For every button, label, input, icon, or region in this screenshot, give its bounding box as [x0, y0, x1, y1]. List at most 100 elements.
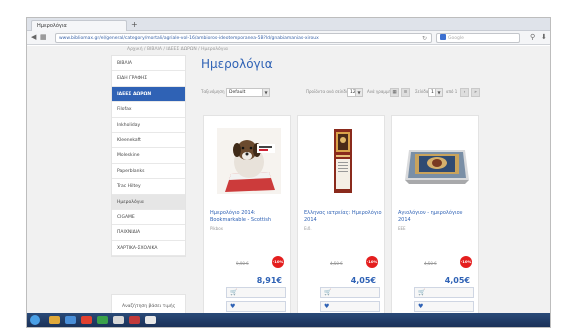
product-title[interactable]: Ημερολόγιο 2014: Bookmarkable - Scottish — [210, 210, 288, 223]
product-brand: ΕΕΕ — [398, 226, 406, 231]
search-go-icon[interactable]: ⚲ — [530, 33, 535, 42]
next-page-icon[interactable]: › — [460, 88, 469, 97]
start-button[interactable] — [30, 315, 40, 325]
discount-badge: -10% — [460, 256, 472, 268]
breadcrumb[interactable]: Αρχική / ΒΙΒΛΙΑ / ΙΔΕΕΣ ΔΩΡΩΝ / Ημερολόγ… — [127, 47, 228, 52]
heart-icon: ♥ — [324, 303, 330, 310]
browser-tab[interactable]: Ημερολόγια — [31, 20, 127, 31]
sidebar-item-paperblanks[interactable]: Paperblanks — [112, 164, 185, 180]
new-price: 8,91€ — [255, 276, 282, 285]
discount-badge: -10% — [366, 256, 378, 268]
app-icon[interactable] — [129, 316, 140, 324]
old-price: 9,90 € — [234, 261, 249, 266]
web-page: Αρχική / ΒΙΒΛΙΑ / ΙΔΕΕΣ ΔΩΡΩΝ / Ημερολόγ… — [27, 46, 550, 327]
heart-icon: ♥ — [230, 303, 236, 310]
sidebar-item-filofax[interactable]: Filofax — [112, 102, 185, 118]
page-select[interactable]: 1 ▼ — [428, 88, 443, 97]
reload-icon[interactable]: ↻ — [422, 34, 427, 42]
add-to-cart-button[interactable]: 🛒 — [226, 287, 286, 298]
product-image-dog-calendar[interactable] — [217, 128, 281, 194]
cart-icon: 🛒 — [324, 289, 332, 296]
main-content: Ημερολόγια Ταξινόμηση κατά Default ▼ Προ… — [195, 55, 550, 315]
add-to-wishlist-button[interactable]: ♥ — [226, 301, 286, 312]
add-to-cart-button[interactable]: 🛒 — [414, 287, 474, 298]
per-row-label: Ανά γραμμή — [367, 89, 392, 94]
tab-title: Ημερολόγια — [37, 23, 67, 29]
sidebar-item-moleskine[interactable]: Moleskine — [112, 148, 185, 164]
search-bar[interactable]: Google — [436, 33, 520, 43]
new-price: 4,05€ — [349, 276, 376, 285]
sidebar-item-trac-hiltey[interactable]: Trac Hiltey — [112, 179, 185, 195]
navigation-bar: ◀ ▦ www.bibliomax.gr/el/general/category… — [27, 31, 550, 45]
browser-window: Ημερολόγια + ◀ ▦ www.bibliomax.gr/el/gen… — [26, 17, 551, 328]
per-page-label: Προϊόντα ανά σελίδα — [306, 89, 349, 94]
add-to-wishlist-button[interactable]: ♥ — [320, 301, 380, 312]
discount-badge: -10% — [272, 256, 284, 268]
new-price-value: 4,05€ — [350, 276, 376, 285]
view-list-icon[interactable]: ≡ — [401, 88, 410, 97]
sidebar-item-stationery[interactable]: ΕΙΔΗ ΓΡΑΦΗΣ — [112, 71, 185, 87]
product-card[interactable]: Ημερολόγιο 2014: Bookmarkable - Scottish… — [203, 115, 291, 315]
new-price-value: 8,91€ — [256, 276, 282, 285]
sort-value: Default — [229, 90, 246, 95]
sidebar-item-calendars[interactable]: Ημερολόγια — [112, 194, 185, 210]
product-card[interactable]: Αγιολόγιον - ημερολόγιον 2014 ΕΕΕ 4,50 €… — [391, 115, 479, 315]
price-filter-label: Αναζήτηση βάσει τιμής — [122, 304, 176, 309]
product-card[interactable]: Ελληνας ιατρείας: Ημερολόγιο 2014 Ειδ. 4… — [297, 115, 385, 315]
product-brand: Pikbox — [210, 226, 223, 231]
product-title[interactable]: Αγιολόγιον - ημερολόγιον 2014 — [398, 210, 476, 223]
page-value: 1 — [431, 90, 434, 95]
sidebar-item-books[interactable]: ΒΙΒΛΙΑ — [112, 56, 185, 72]
cart-icon: 🛒 — [418, 289, 426, 296]
product-image-icon-calendar[interactable] — [311, 128, 375, 194]
sidebar-item-school-supplies[interactable]: ΧΑΡΤΙΚΑ-ΣΧΟΛΙΚΑ — [112, 241, 185, 257]
old-price-value: 4,50 € — [424, 261, 437, 266]
sidebar-item-gift-ideas[interactable]: ΙΔΕΕΣ ΔΩΡΩΝ — [112, 86, 185, 103]
sidebar-item-kleenekaft[interactable]: Kleenekaft — [112, 133, 185, 149]
view-grid-icon[interactable]: ▦ — [390, 88, 399, 97]
new-tab-button[interactable]: + — [131, 19, 138, 30]
page-title: Ημερολόγια — [201, 57, 273, 71]
page-of-label: από 1 — [446, 89, 458, 94]
chevron-down-icon: ▼ — [435, 89, 442, 96]
google-icon — [440, 34, 446, 40]
chevron-down-icon: ▼ — [355, 89, 362, 96]
explorer-icon[interactable] — [49, 316, 60, 324]
app-icon[interactable] — [145, 316, 156, 324]
app-icon[interactable] — [97, 316, 108, 324]
app-icon[interactable] — [81, 316, 92, 324]
download-icon[interactable]: ⬇ — [541, 33, 547, 42]
product-title[interactable]: Ελληνας ιατρείας: Ημερολόγιο 2014 — [304, 210, 382, 223]
identity-icon[interactable]: ▦ — [40, 33, 47, 42]
product-brand: Ειδ. — [304, 226, 312, 231]
listing-toolbar: Ταξινόμηση κατά Default ▼ Προϊόντα ανά σ… — [201, 87, 486, 99]
sort-select[interactable]: Default ▼ — [226, 88, 270, 97]
search-placeholder: Google — [448, 36, 464, 41]
old-price: 4,50 € — [328, 261, 343, 266]
add-to-wishlist-button[interactable]: ♥ — [414, 301, 474, 312]
new-price: 4,05€ — [443, 276, 470, 285]
old-price-value: 9,90 € — [236, 261, 249, 266]
heart-icon: ♥ — [418, 303, 424, 310]
page-label: Σελίδα — [415, 89, 429, 94]
address-bar[interactable]: www.bibliomax.gr/el/general/category/mor… — [55, 33, 432, 43]
tab-bar: Ημερολόγια + — [27, 18, 550, 31]
back-icon[interactable]: ◀ — [31, 33, 36, 42]
new-price-value: 4,05€ — [444, 276, 470, 285]
per-page-select[interactable]: 12 ▼ — [347, 88, 363, 97]
os-taskbar — [27, 313, 550, 327]
sidebar-item-inkholiday[interactable]: Inkholiday — [112, 118, 185, 133]
category-sidebar: ΒΙΒΛΙΑ ΕΙΔΗ ΓΡΑΦΗΣ ΙΔΕΕΣ ΔΩΡΩΝ Filofax I… — [111, 55, 186, 258]
browser-icon[interactable] — [65, 316, 76, 324]
sidebar-item-toys[interactable]: ΠΑΙΧΝΙΔΙΑ — [112, 225, 185, 241]
last-page-icon[interactable]: » — [471, 88, 480, 97]
cart-icon: 🛒 — [230, 289, 238, 296]
old-price-value: 4,50 € — [330, 261, 343, 266]
old-price: 4,50 € — [422, 261, 437, 266]
app-icon[interactable] — [113, 316, 124, 324]
url-text: www.bibliomax.gr/el/general/category/mor… — [59, 36, 319, 41]
sidebar-item-cigame[interactable]: CIGAME — [112, 210, 185, 226]
product-image-desk-calendar[interactable] — [405, 128, 469, 194]
chevron-down-icon: ▼ — [262, 89, 269, 96]
add-to-cart-button[interactable]: 🛒 — [320, 287, 380, 298]
